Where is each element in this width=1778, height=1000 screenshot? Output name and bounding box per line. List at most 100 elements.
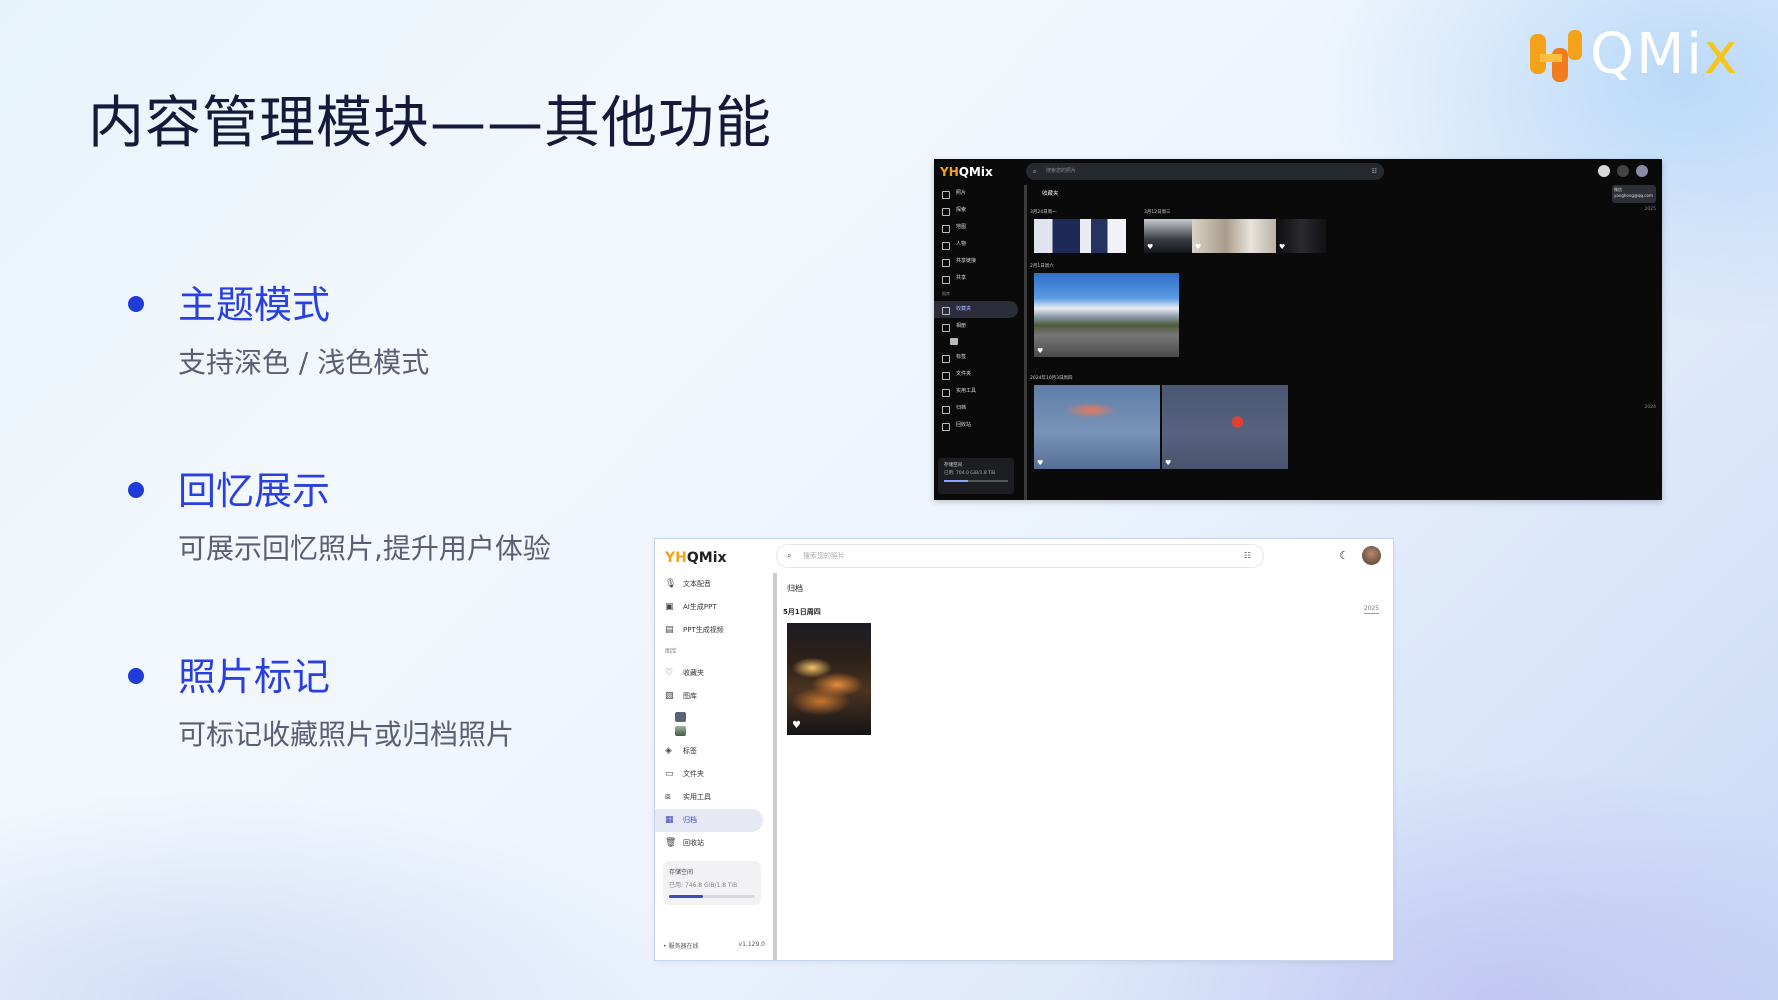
photo-thumb[interactable]: ♥ xyxy=(1034,273,1179,357)
heart-icon[interactable]: ♥ xyxy=(1195,243,1201,251)
bullet-memory: 回忆展示 可展示回忆照片,提升用户体验 xyxy=(128,460,551,567)
dark-app-logo[interactable]: YHQMix xyxy=(940,165,993,179)
dark-search-input[interactable]: ⌕ 搜索您的照片 ☷ xyxy=(1026,163,1384,180)
sidebar-item-folders[interactable]: 文件夹 xyxy=(934,366,1024,383)
storage-bar xyxy=(669,895,755,898)
favorites-title: 收藏夹 xyxy=(1042,191,1059,197)
brand-name: QMix xyxy=(1590,22,1739,87)
bullet-desc: 可标记收藏照片或归档照片 xyxy=(178,718,515,751)
photo-thumb[interactable]: ♥ xyxy=(1162,385,1288,469)
photo-thumb[interactable]: ♥ xyxy=(1034,385,1160,469)
sidebar-item-tags[interactable]: 标签 xyxy=(934,349,1024,366)
bullet-desc: 可展示回忆照片,提升用户体验 xyxy=(178,532,551,565)
bullet-dot xyxy=(128,482,144,498)
storage-bar-fill xyxy=(669,895,704,898)
sidebar-item-favorites[interactable]: 收藏夹 xyxy=(934,301,1018,318)
heart-icon[interactable]: ♥ xyxy=(1037,347,1043,355)
timeline-year[interactable]: 2025 xyxy=(1363,605,1379,614)
sidebar-item-trash[interactable]: 回收站 xyxy=(934,417,1024,434)
album-thumb[interactable] xyxy=(675,712,686,722)
group-date: 5月1日周四 xyxy=(783,608,821,616)
brand-name-x: x xyxy=(1703,22,1740,87)
light-main: 归档 5月1日周四 2025 ♥ xyxy=(777,573,1393,960)
bullet-heading: 主题模式 xyxy=(178,283,331,327)
microphone-icon: 🎙 xyxy=(665,579,677,589)
sidebar-item-ppt-video[interactable]: ▤ PPT生成视频 xyxy=(655,619,773,642)
album-thumb[interactable] xyxy=(950,338,958,345)
sidebar-item-favorites[interactable]: ♡ 收藏夹 xyxy=(655,662,773,685)
photo-thumb[interactable]: ♥ xyxy=(787,623,871,735)
avatar[interactable] xyxy=(1636,165,1648,177)
sidebar-item-photos[interactable]: 照片 xyxy=(934,185,1024,202)
album-thumb-row xyxy=(934,335,1024,349)
version-label: v1.129.0 xyxy=(738,941,765,948)
light-app-logo[interactable]: YHQMix xyxy=(665,550,727,566)
sidebar-section-label: 图库 xyxy=(665,648,678,655)
heart-icon[interactable]: ♥ xyxy=(1037,459,1043,467)
brand-logo: QMix xyxy=(1528,22,1739,87)
archive-title: 归档 xyxy=(787,584,803,593)
photo-thumb[interactable]: ♥ xyxy=(1276,219,1326,253)
sidebar-item-sharing[interactable]: 共享 xyxy=(934,270,1024,287)
group-date: 3月12日周三 xyxy=(1144,210,1171,215)
light-mode-screenshot: YHQMix ⌕ 搜索您的照片 ☷ ☾ 🎙 文本配音 ▣ AI生成PPT ▤ PPT生… xyxy=(655,539,1393,960)
sidebar-item-utilities[interactable]: 实用工具 xyxy=(934,383,1024,400)
photo-thumb[interactable] xyxy=(1034,219,1126,253)
filter-icon[interactable]: ☷ xyxy=(1244,545,1251,567)
theme-toggle-icon[interactable] xyxy=(1598,165,1610,177)
light-search-input[interactable]: ⌕ 搜索您的照片 ☷ xyxy=(777,545,1263,567)
sidebar-item-voiceover[interactable]: 🎙 文本配音 xyxy=(655,573,773,596)
sidebar-item-people[interactable]: 人物 xyxy=(934,236,1024,253)
sidebar-footer: • 服务器在线 v1.129.0 xyxy=(663,941,765,950)
heart-icon[interactable]: ♥ xyxy=(1165,459,1171,467)
bullet-dot xyxy=(128,668,144,684)
storage-bar xyxy=(944,480,1008,482)
ppt-icon: ▣ xyxy=(665,602,674,612)
help-icon[interactable] xyxy=(1617,165,1629,177)
sidebar-divider xyxy=(1024,185,1027,500)
storage-title: 存储空间 xyxy=(944,463,962,468)
search-icon: ⌕ xyxy=(787,551,792,560)
sidebar-item-archive[interactable]: ▦ 归档 xyxy=(655,809,763,832)
dark-topbar: YHQMix ⌕ 搜索您的照片 ☷ xyxy=(934,159,1662,185)
timeline-year[interactable]: 2025 xyxy=(1645,207,1656,212)
sidebar-item-archive[interactable]: 归档 xyxy=(934,400,1024,417)
search-placeholder: 搜索您的照片 xyxy=(803,552,845,560)
dark-mode-screenshot: YHQMix ⌕ 搜索您的照片 ☷ 微信 yanghong@qq.com 照片 … xyxy=(934,159,1662,500)
filter-icon[interactable]: ☷ xyxy=(1372,163,1377,180)
toolbox-icon: ⧈ xyxy=(665,792,671,802)
sidebar-item-ai-ppt[interactable]: ▣ AI生成PPT xyxy=(655,596,773,619)
heart-icon[interactable]: ♥ xyxy=(1147,243,1153,251)
search-icon: ⌕ xyxy=(1033,168,1037,175)
yh-logo-mark xyxy=(1528,26,1586,84)
avatar[interactable] xyxy=(1362,546,1381,565)
photo-thumb[interactable]: ♥ xyxy=(1144,219,1192,253)
sidebar-item-utilities[interactable]: ⧈ 实用工具 xyxy=(655,786,773,809)
heart-icon[interactable]: ♥ xyxy=(792,720,801,731)
storage-usage: 已用: 704.0 GiB/1.8 TiB xyxy=(944,471,996,476)
sidebar-item-explore[interactable]: 探索 xyxy=(934,202,1024,219)
theme-toggle-moon-icon[interactable]: ☾ xyxy=(1339,549,1349,562)
group-date: 3月24日周一 xyxy=(1030,210,1057,215)
video-icon: ▤ xyxy=(665,625,674,635)
sidebar-item-albums[interactable]: ▧ 图库 xyxy=(655,685,773,708)
album-thumb[interactable] xyxy=(675,726,686,736)
timeline-year[interactable]: 2024 xyxy=(1645,405,1656,410)
sidebar-item-shared-links[interactable]: 共享链接 xyxy=(934,253,1024,270)
folder-icon: ▭ xyxy=(665,769,674,779)
sidebar-item-folders[interactable]: ▭ 文件夹 xyxy=(655,763,773,786)
heart-icon[interactable]: ♥ xyxy=(1279,243,1285,251)
sidebar-item-tags[interactable]: ◈ 标签 xyxy=(655,740,773,763)
storage-usage: 已用: 746.8 GiB/1.8 TiB xyxy=(669,882,738,889)
sidebar-item-map[interactable]: 地图 xyxy=(934,219,1024,236)
sidebar-item-trash[interactable]: 🗑 回收站 xyxy=(655,832,773,855)
storage-panel: 存储空间 已用: 746.8 GiB/1.8 TiB xyxy=(663,861,761,905)
brand-name-qm: QM xyxy=(1590,22,1687,87)
brand-name-i: i xyxy=(1686,22,1704,87)
photo-thumb[interactable]: ♥ xyxy=(1192,219,1276,253)
album-icon: ▧ xyxy=(665,691,674,701)
bullet-heading: 照片标记 xyxy=(178,655,331,699)
bullet-photo-mark: 照片标记 可标记收藏照片或归档照片 xyxy=(128,646,514,753)
sidebar-item-albums[interactable]: 相册 xyxy=(934,318,1024,335)
group-date: 2月1日周六 xyxy=(1030,264,1054,269)
